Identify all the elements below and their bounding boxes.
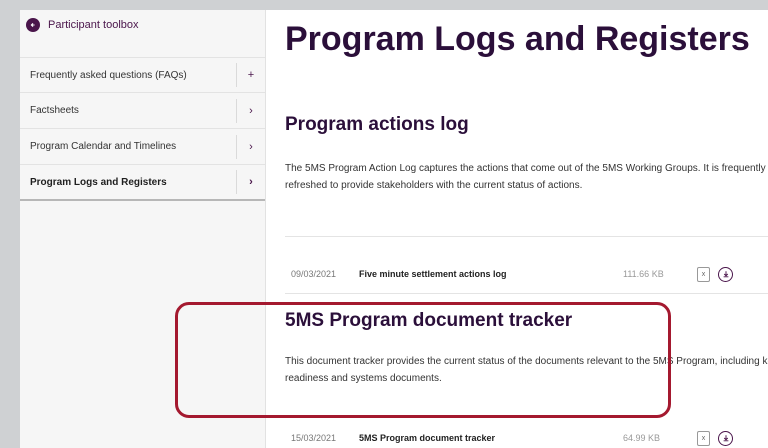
sidebar-item-calendar[interactable]: Program Calendar and Timelines › bbox=[20, 129, 265, 165]
section-title: Program actions log bbox=[285, 114, 469, 135]
sidebar-item-logs-registers[interactable]: Program Logs and Registers › bbox=[20, 165, 265, 201]
file-row[interactable]: 09/03/2021 Five minute settlement action… bbox=[285, 264, 768, 284]
sidebar-item-faqs[interactable]: Frequently asked questions (FAQs) + bbox=[20, 57, 265, 93]
file-name-link[interactable]: Five minute settlement actions log bbox=[359, 269, 609, 279]
file-date: 09/03/2021 bbox=[291, 269, 337, 279]
section-description: The 5MS Program Action Log captures the … bbox=[285, 163, 766, 191]
chevron-right-icon[interactable]: › bbox=[236, 170, 265, 194]
sidebar-nav: Frequently asked questions (FAQs) + Fact… bbox=[20, 57, 265, 201]
sidebar-item-factsheets[interactable]: Factsheets › bbox=[20, 93, 265, 129]
participant-toolbox-link[interactable]: Participant toolbox bbox=[20, 10, 265, 40]
section-title: 5MS Program document tracker bbox=[285, 310, 573, 331]
file-row[interactable]: 15/03/2021 5MS Program document tracker … bbox=[285, 428, 768, 448]
page-title: Program Logs and Registers bbox=[285, 20, 750, 58]
divider bbox=[285, 236, 768, 237]
excel-file-icon: x bbox=[697, 430, 710, 446]
excel-file-icon: x bbox=[697, 266, 710, 282]
plus-icon[interactable]: + bbox=[236, 63, 265, 87]
sidebar-item-label: Program Logs and Registers bbox=[30, 176, 167, 188]
file-size: 64.99 KB bbox=[623, 433, 661, 443]
download-icon[interactable] bbox=[718, 430, 733, 446]
back-arrow-icon bbox=[26, 18, 40, 32]
divider bbox=[285, 293, 768, 294]
page-frame: Participant toolbox Frequently asked que… bbox=[20, 10, 768, 448]
file-date: 15/03/2021 bbox=[291, 433, 337, 443]
sidebar-header-label: Participant toolbox bbox=[48, 19, 139, 31]
section-description: This document tracker provides the curre… bbox=[285, 356, 768, 384]
chevron-right-icon[interactable]: › bbox=[236, 98, 265, 123]
sidebar: Participant toolbox Frequently asked que… bbox=[20, 10, 266, 448]
file-size: 111.66 KB bbox=[623, 269, 664, 279]
sidebar-item-label: Frequently asked questions (FAQs) bbox=[30, 69, 187, 81]
sidebar-item-label: Program Calendar and Timelines bbox=[30, 141, 177, 152]
chevron-right-icon[interactable]: › bbox=[236, 134, 265, 159]
file-name-link[interactable]: 5MS Program document tracker bbox=[359, 433, 609, 443]
sidebar-item-label: Factsheets bbox=[30, 105, 79, 116]
download-icon[interactable] bbox=[718, 266, 733, 282]
